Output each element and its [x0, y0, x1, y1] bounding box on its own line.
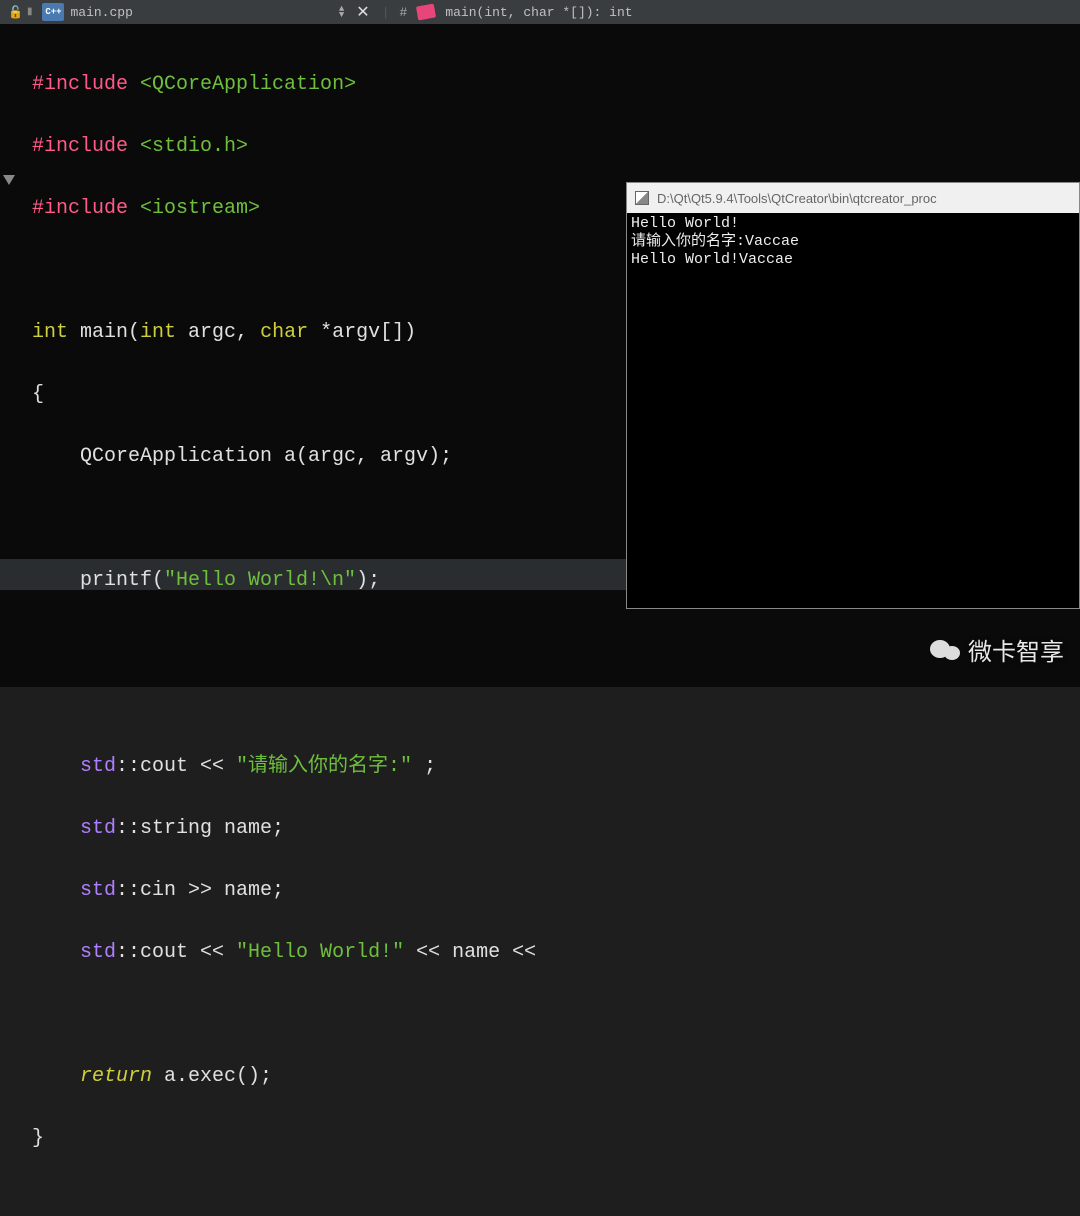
brace: }	[32, 1127, 44, 1150]
close-icon[interactable]: ✕	[350, 2, 375, 22]
editor-area[interactable]: #include <QCoreApplication> #include <st…	[0, 24, 1080, 687]
preproc: #include	[32, 135, 128, 158]
watermark: 微卡智享	[930, 632, 1064, 667]
brace: {	[32, 383, 44, 406]
lock-area: 🔓 ▮	[4, 5, 36, 20]
string-literal: "Hello World!"	[236, 941, 404, 964]
code-text: ::string name;	[116, 817, 284, 840]
keyword: int	[32, 321, 68, 344]
split-icon: ▮	[27, 6, 33, 18]
lock-icon: 🔓	[8, 5, 23, 20]
code-text: argc,	[176, 321, 260, 344]
include-path: <stdio.h>	[140, 135, 248, 158]
wechat-icon	[930, 640, 960, 660]
keyword-return: return	[32, 1065, 152, 1088]
filename-label: main.cpp	[70, 5, 132, 20]
console-line: Hello World!	[631, 215, 1075, 233]
string-literal: "请输入你的名字:"	[236, 755, 412, 778]
chevron-down-icon[interactable]: ▼	[339, 12, 344, 18]
bookmark-icon[interactable]	[3, 175, 15, 185]
string-literal: "Hello World!\n"	[164, 569, 356, 592]
code-text: ;	[412, 755, 436, 778]
file-nav-arrows[interactable]: ▲ ▼	[339, 6, 344, 18]
code-text: ::cin >> name;	[116, 879, 284, 902]
code-text: << name <<	[404, 941, 536, 964]
code-text: QCoreApplication a(argc, argv);	[32, 445, 452, 468]
hash-label: #	[396, 5, 412, 20]
symbol-selector[interactable]: main(int, char *[]): int	[441, 5, 632, 20]
namespace: std	[32, 941, 116, 964]
file-selector[interactable]: C++ main.cpp	[42, 3, 332, 21]
keyword: char	[260, 321, 308, 344]
console-line: 请输入你的名字:Vaccae	[631, 233, 1075, 251]
namespace: std	[32, 879, 116, 902]
preproc: #include	[32, 73, 128, 96]
code-text: a.exec();	[152, 1065, 272, 1088]
code-text: printf(	[32, 569, 164, 592]
console-titlebar[interactable]: D:\Qt\Qt5.9.4\Tools\QtCreator\bin\qtcrea…	[627, 183, 1079, 213]
code-text: ::cout <<	[116, 755, 236, 778]
preproc: #include	[32, 197, 128, 220]
include-path: <iostream>	[140, 197, 260, 220]
separator: |	[382, 5, 390, 20]
keyword: int	[140, 321, 176, 344]
console-window[interactable]: D:\Qt\Qt5.9.4\Tools\QtCreator\bin\qtcrea…	[626, 182, 1080, 609]
code-text: *argv[])	[308, 321, 416, 344]
namespace: std	[32, 755, 116, 778]
namespace: std	[32, 817, 116, 840]
code-text: );	[356, 569, 380, 592]
code-text: main(	[68, 321, 140, 344]
console-line: Hello World!Vaccae	[631, 251, 1075, 269]
watermark-text: 微卡智享	[968, 632, 1064, 667]
cpp-badge-icon: C++	[42, 3, 64, 21]
tag-icon	[416, 4, 436, 21]
console-title-text: D:\Qt\Qt5.9.4\Tools\QtCreator\bin\qtcrea…	[657, 191, 937, 206]
include-path: <QCoreApplication>	[140, 73, 356, 96]
console-icon	[635, 191, 649, 205]
toolbar: 🔓 ▮ C++ main.cpp ▲ ▼ ✕ | # main(int, cha…	[0, 0, 1080, 24]
console-output[interactable]: Hello World!请输入你的名字:VaccaeHello World!Va…	[627, 213, 1079, 271]
code-text: ::cout <<	[116, 941, 236, 964]
